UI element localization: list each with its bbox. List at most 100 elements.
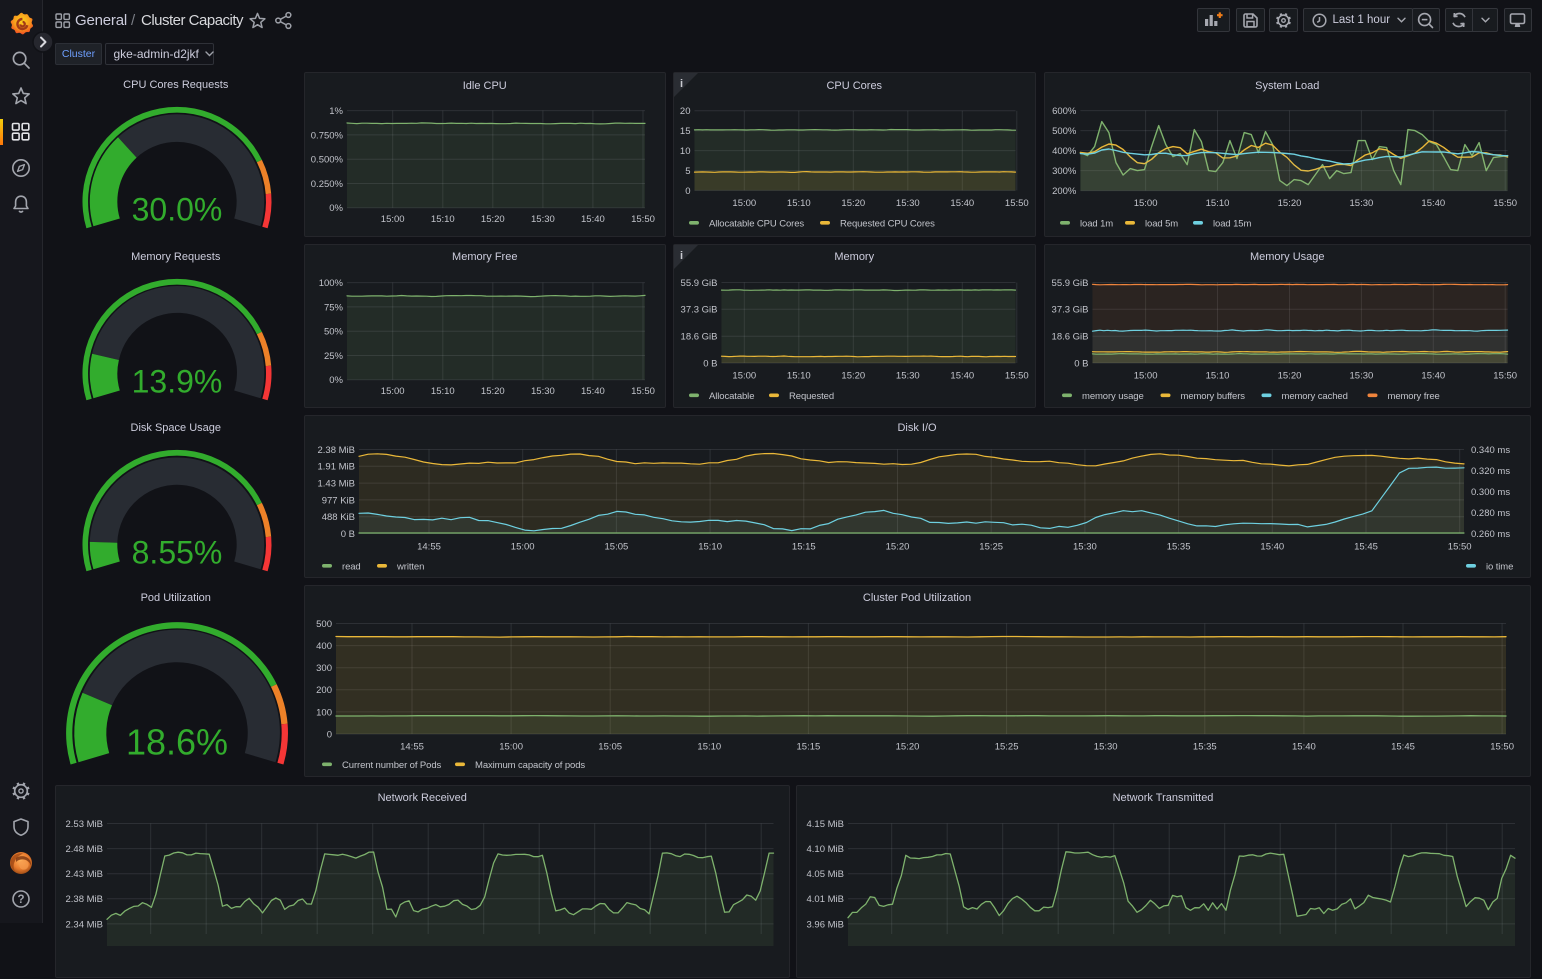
svg-text:75%: 75%	[323, 302, 343, 313]
svg-text:3.96 MiB: 3.96 MiB	[806, 919, 844, 930]
svg-text:15:10: 15:10	[786, 198, 810, 209]
svg-text:0.320 ms: 0.320 ms	[1471, 465, 1510, 476]
svg-text:15:40: 15:40	[950, 198, 974, 209]
svg-text:read: read	[342, 561, 361, 572]
svg-text:15:00: 15:00	[1134, 370, 1158, 381]
svg-text:15:00: 15:00	[380, 386, 404, 397]
svg-text:15:00: 15:00	[732, 198, 756, 209]
svg-text:15:20: 15:20	[480, 386, 504, 397]
svg-text:15:40: 15:40	[1260, 541, 1284, 552]
svg-text:15:50: 15:50	[1490, 741, 1514, 752]
svg-text:memory buffers: memory buffers	[1181, 390, 1246, 401]
svg-text:Allocatable: Allocatable	[709, 390, 754, 401]
svg-text:4.05 MiB: 4.05 MiB	[806, 869, 844, 880]
svg-text:15:40: 15:40	[1421, 370, 1445, 381]
svg-text:15:40: 15:40	[1292, 741, 1316, 752]
svg-text:500%: 500%	[1052, 126, 1077, 137]
svg-text:15:30: 15:30	[1350, 370, 1374, 381]
svg-text:37.3 GiB: 37.3 GiB	[1052, 304, 1089, 315]
svg-text:25%: 25%	[323, 350, 343, 361]
svg-text:0 B: 0 B	[340, 528, 354, 539]
svg-text:0.250%: 0.250%	[310, 179, 343, 190]
svg-text:15:05: 15:05	[604, 541, 628, 552]
svg-text:15:50: 15:50	[1493, 370, 1517, 381]
svg-text:written: written	[396, 561, 424, 572]
svg-text:load 1m: load 1m	[1080, 218, 1113, 229]
svg-text:memory free: memory free	[1388, 390, 1440, 401]
svg-text:0: 0	[326, 729, 331, 740]
svg-text:18.6 GiB: 18.6 GiB	[1052, 331, 1089, 342]
svg-text:20: 20	[679, 106, 690, 117]
svg-text:15:25: 15:25	[979, 541, 1003, 552]
svg-text:15:20: 15:20	[1278, 198, 1302, 209]
svg-text:15:20: 15:20	[885, 541, 909, 552]
svg-text:15:30: 15:30	[895, 198, 919, 209]
svg-text:0: 0	[685, 186, 690, 197]
svg-text:100: 100	[316, 707, 332, 718]
svg-text:15:50: 15:50	[1447, 541, 1471, 552]
svg-text:0 B: 0 B	[1074, 358, 1088, 369]
svg-text:1.91 MiB: 1.91 MiB	[317, 461, 355, 472]
svg-text:100%: 100%	[318, 278, 343, 289]
svg-text:15:15: 15:15	[796, 741, 820, 752]
svg-text:55.9 GiB: 55.9 GiB	[680, 277, 717, 288]
svg-text:2.53 MiB: 2.53 MiB	[66, 818, 104, 829]
svg-text:2.43 MiB: 2.43 MiB	[66, 869, 104, 880]
svg-text:0.750%: 0.750%	[310, 130, 343, 141]
svg-text:4.01 MiB: 4.01 MiB	[806, 894, 844, 905]
svg-text:0%: 0%	[329, 203, 343, 214]
svg-text:15:20: 15:20	[841, 198, 865, 209]
svg-text:load 15m: load 15m	[1213, 218, 1251, 229]
svg-text:15:10: 15:10	[1206, 198, 1230, 209]
svg-text:400%: 400%	[1052, 146, 1077, 157]
svg-text:4.15 MiB: 4.15 MiB	[806, 818, 844, 829]
svg-text:15:30: 15:30	[1073, 541, 1097, 552]
svg-text:15:05: 15:05	[598, 741, 622, 752]
svg-text:?: ?	[17, 894, 24, 906]
svg-text:30.0%: 30.0%	[132, 192, 223, 228]
svg-text:1.43 MiB: 1.43 MiB	[317, 478, 355, 489]
svg-text:10: 10	[679, 146, 690, 157]
svg-text:Requested CPU Cores: Requested CPU Cores	[840, 218, 935, 229]
svg-text:15:45: 15:45	[1354, 541, 1378, 552]
svg-text:15:20: 15:20	[1278, 370, 1302, 381]
svg-text:4.10 MiB: 4.10 MiB	[806, 844, 844, 855]
svg-text:2.38 MiB: 2.38 MiB	[317, 444, 355, 455]
svg-text:15:00: 15:00	[380, 214, 404, 225]
svg-text:0.260 ms: 0.260 ms	[1471, 528, 1510, 539]
svg-text:15:10: 15:10	[698, 541, 722, 552]
svg-text:0.500%: 0.500%	[310, 155, 343, 166]
svg-text:0.300 ms: 0.300 ms	[1471, 486, 1510, 497]
svg-text:200%: 200%	[1052, 186, 1077, 197]
svg-text:37.3 GiB: 37.3 GiB	[680, 304, 717, 315]
svg-text:488 KiB: 488 KiB	[321, 512, 354, 523]
svg-text:15:10: 15:10	[786, 370, 810, 381]
svg-text:15:35: 15:35	[1166, 541, 1190, 552]
svg-text:18.6 GiB: 18.6 GiB	[680, 331, 717, 342]
svg-text:15:20: 15:20	[895, 741, 919, 752]
svg-text:15:30: 15:30	[531, 386, 555, 397]
svg-text:13.9%: 13.9%	[132, 363, 223, 399]
svg-text:15:50: 15:50	[631, 386, 655, 397]
svg-text:15:50: 15:50	[1004, 370, 1028, 381]
svg-text:15:10: 15:10	[1206, 370, 1230, 381]
svg-text:200: 200	[316, 685, 332, 696]
svg-text:55.9 GiB: 55.9 GiB	[1052, 277, 1089, 288]
svg-text:15:35: 15:35	[1192, 741, 1216, 752]
svg-text:1%: 1%	[329, 106, 343, 117]
svg-text:14:55: 14:55	[417, 541, 441, 552]
svg-text:15:10: 15:10	[697, 741, 721, 752]
svg-text:io time: io time	[1486, 561, 1513, 572]
svg-text:15:00: 15:00	[1134, 198, 1158, 209]
svg-text:8.55%: 8.55%	[132, 534, 223, 570]
svg-text:load 5m: load 5m	[1145, 218, 1178, 229]
svg-text:Requested: Requested	[789, 390, 834, 401]
svg-text:2.34 MiB: 2.34 MiB	[66, 919, 104, 930]
svg-text:15:00: 15:00	[732, 370, 756, 381]
svg-text:15:30: 15:30	[895, 370, 919, 381]
svg-text:18.6%: 18.6%	[126, 721, 228, 762]
svg-text:15:50: 15:50	[1004, 198, 1028, 209]
svg-text:0%: 0%	[329, 375, 343, 386]
svg-text:15:40: 15:40	[1421, 198, 1445, 209]
svg-text:15:20: 15:20	[841, 370, 865, 381]
